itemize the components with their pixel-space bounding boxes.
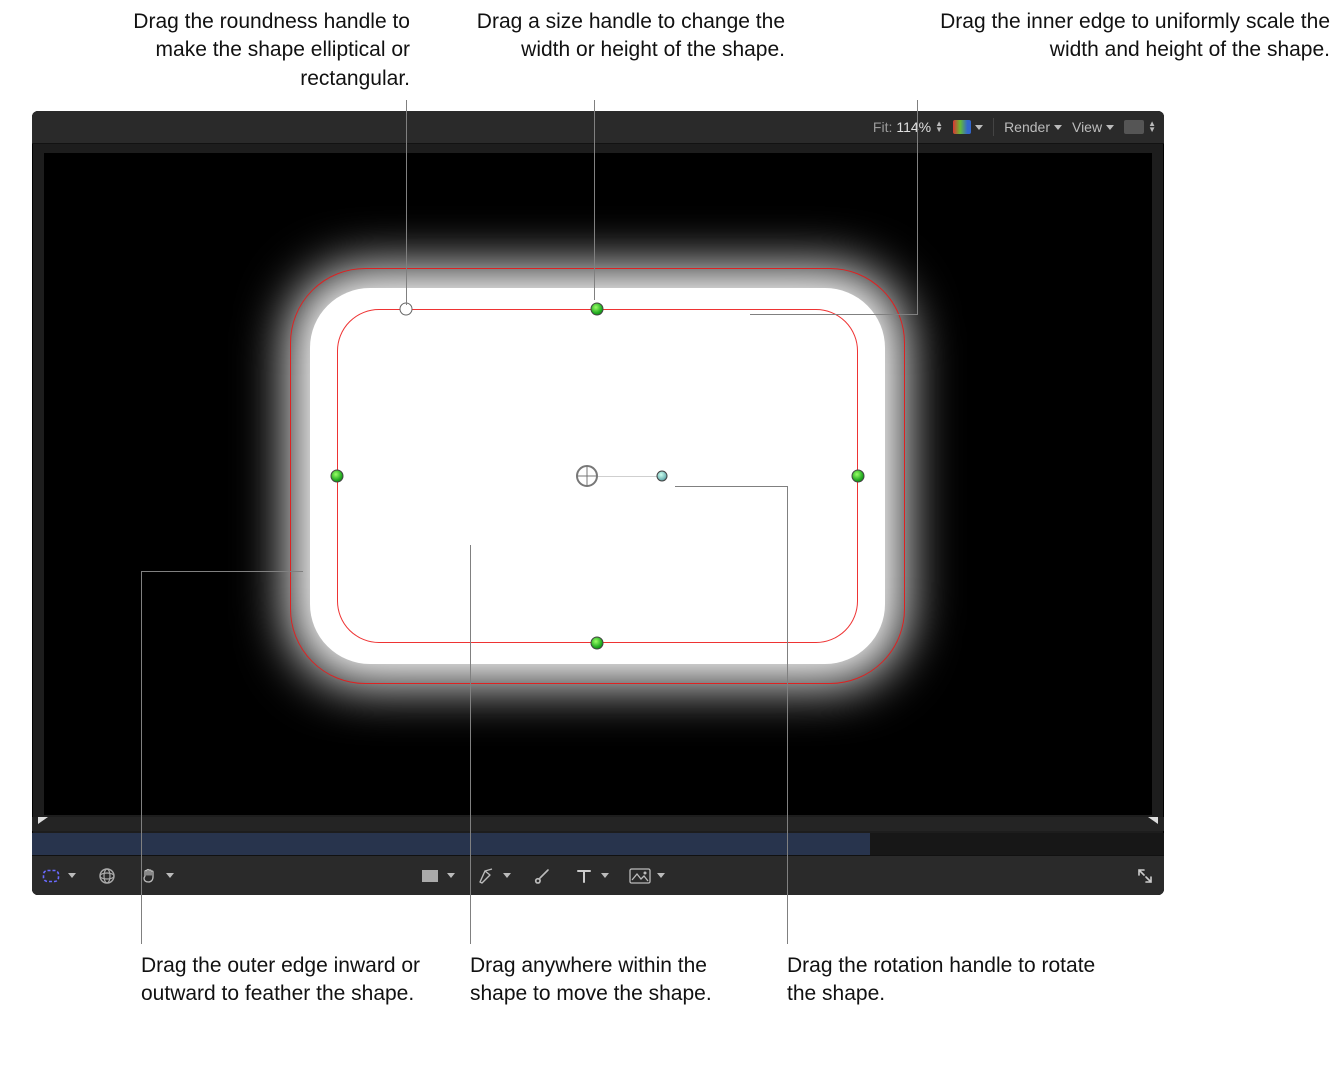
chevron-down-icon — [975, 125, 983, 130]
channel-swatch-icon — [1124, 120, 1144, 134]
chevron-down-icon — [1106, 125, 1114, 130]
callout-roundness-text: Drag the roundness handle to make the sh… — [133, 10, 410, 90]
size-handle-left[interactable] — [331, 470, 344, 483]
leader-roundness — [406, 100, 407, 305]
callout-rotation: Drag the rotation handle to rotate the s… — [787, 952, 1107, 1009]
rectangle-icon — [419, 865, 441, 887]
expand-arrows-icon — [1134, 865, 1156, 887]
callout-move-text: Drag anywhere within the shape to move t… — [470, 954, 712, 1005]
shape-mask-tool[interactable] — [40, 865, 76, 887]
zoom-fit-control[interactable]: Fit: 114% ▲▼ — [873, 119, 943, 135]
leader-inner-edge-v — [917, 100, 918, 315]
size-handle-right[interactable] — [852, 470, 865, 483]
color-swatch-icon — [953, 120, 971, 134]
callout-roundness: Drag the roundness handle to make the sh… — [80, 8, 410, 93]
render-menu[interactable]: Render — [1004, 119, 1062, 135]
leader-outer-edge-v — [141, 571, 142, 944]
leader-move — [470, 545, 471, 944]
text-tool[interactable] — [573, 865, 609, 887]
canvas-toolbar — [32, 855, 1164, 895]
callout-inner-edge: Drag the inner edge to uniformly scale t… — [910, 8, 1330, 65]
size-handle-bottom[interactable] — [591, 637, 604, 650]
paint-stroke-tool[interactable] — [531, 865, 553, 887]
chevron-down-icon — [503, 873, 511, 878]
timeline-region[interactable] — [32, 833, 870, 856]
callout-outer-edge-text: Drag the outer edge inward or outward to… — [141, 954, 420, 1005]
divider — [993, 118, 994, 136]
play-range-start-icon[interactable] — [38, 817, 48, 831]
callout-move: Drag anywhere within the shape to move t… — [470, 952, 750, 1009]
callout-inner-edge-text: Drag the inner edge to uniformly scale t… — [940, 10, 1330, 61]
chevron-down-icon — [68, 873, 76, 878]
chevron-down-icon — [447, 873, 455, 878]
chevron-up-down-icon: ▲▼ — [935, 121, 943, 133]
mini-timeline[interactable] — [32, 833, 1164, 856]
canvas[interactable] — [44, 153, 1152, 815]
callout-outer-edge: Drag the outer edge inward or outward to… — [141, 952, 441, 1009]
chevron-down-icon — [657, 873, 665, 878]
leader-rotation-v — [787, 486, 788, 944]
pen-nib-icon — [475, 865, 497, 887]
callout-size: Drag a size handle to change the width o… — [475, 8, 785, 65]
center-pivot[interactable] — [576, 465, 598, 487]
pan-tool[interactable] — [138, 865, 174, 887]
rotation-arm — [598, 476, 658, 477]
view-menu-label: View — [1072, 119, 1102, 135]
image-mask-tool[interactable] — [629, 865, 665, 887]
text-t-icon — [573, 865, 595, 887]
color-profile-popup[interactable] — [953, 120, 983, 134]
globe-3d-icon — [96, 865, 118, 887]
leader-size — [594, 100, 595, 300]
chevron-down-icon — [601, 873, 609, 878]
viewer-titlebar: Fit: 114% ▲▼ Render View ▲▼ — [32, 111, 1164, 144]
rotation-handle[interactable] — [657, 471, 668, 482]
channel-popup[interactable]: ▲▼ — [1124, 120, 1156, 134]
rectangle-tool[interactable] — [419, 865, 455, 887]
zoom-fit-value: 114% — [896, 119, 931, 135]
leader-outer-edge-h — [141, 571, 303, 572]
image-mask-icon — [629, 865, 651, 887]
zoom-fit-label: Fit: — [873, 119, 892, 135]
play-range-end-icon[interactable] — [1148, 817, 1158, 831]
callout-rotation-text: Drag the rotation handle to rotate the s… — [787, 954, 1095, 1005]
brush-icon — [531, 865, 553, 887]
view-menu[interactable]: View — [1072, 119, 1114, 135]
shape-mask-icon — [40, 865, 62, 887]
leader-rotation-h — [675, 486, 787, 487]
chevron-up-down-icon: ▲▼ — [1148, 121, 1156, 133]
size-handle-top[interactable] — [591, 303, 604, 316]
callout-size-text: Drag a size handle to change the width o… — [477, 10, 785, 61]
leader-inner-edge-h — [750, 314, 917, 315]
motion-viewer-window: Fit: 114% ▲▼ Render View ▲▼ — [32, 111, 1164, 895]
chevron-down-icon — [1054, 125, 1062, 130]
fullscreen-button[interactable] — [1134, 865, 1156, 887]
render-menu-label: Render — [1004, 119, 1050, 135]
bezier-tool[interactable] — [475, 865, 511, 887]
chevron-down-icon — [166, 873, 174, 878]
3d-transform-tool[interactable] — [96, 865, 118, 887]
mini-ruler[interactable] — [32, 817, 1164, 831]
